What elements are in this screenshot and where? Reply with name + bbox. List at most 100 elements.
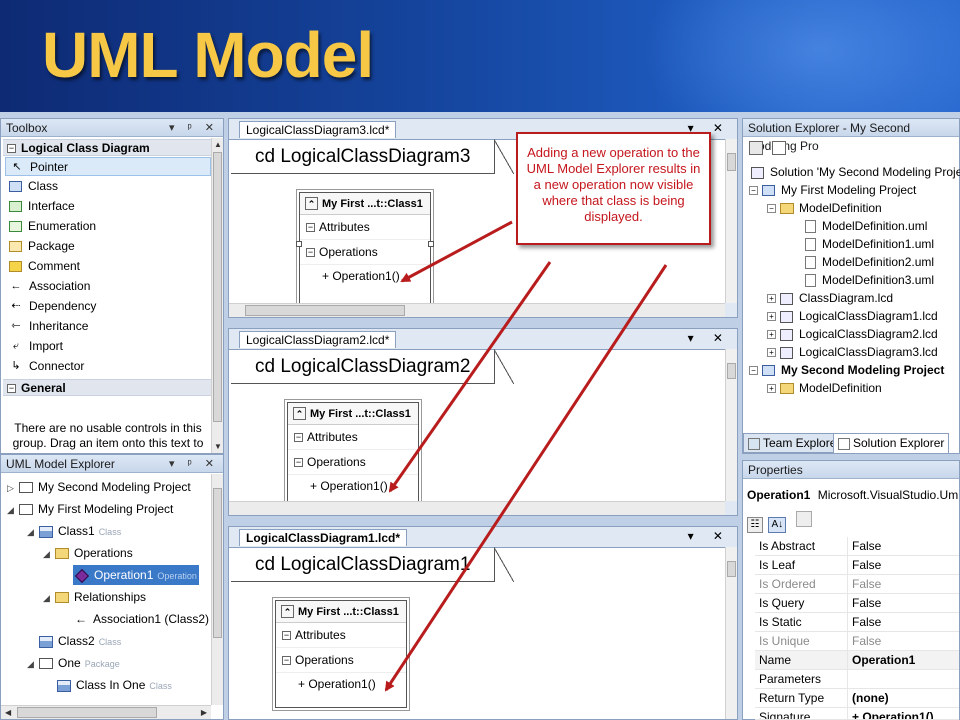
toolbox-item-import[interactable]: ⤶ Import [5, 337, 211, 356]
property-row[interactable]: Parameters [755, 670, 959, 689]
collapse-icon[interactable]: ◢ [43, 544, 55, 564]
folder-node[interactable]: + ModelDefinition [767, 379, 882, 397]
property-value[interactable]: False [847, 594, 959, 613]
expand-icon[interactable]: + [767, 330, 776, 340]
expand-icon[interactable]: ▷ [7, 478, 19, 498]
tree-item[interactable]: ← Association1 (Class2) [75, 609, 209, 629]
document-hscrollbar[interactable] [229, 501, 725, 515]
diagram-canvas[interactable]: cd LogicalClassDiagram2 My First ...t::C… [229, 349, 725, 506]
tree-item[interactable]: ◢ One Package [27, 653, 120, 673]
explorer-hscrollbar[interactable]: ◀ ▶ [1, 705, 211, 719]
operations-compartment[interactable]: − Operations [288, 450, 418, 475]
resize-handle[interactable] [428, 241, 434, 247]
tree-item[interactable]: ▷ My Second Modeling Project [7, 477, 191, 497]
scroll-thumb[interactable] [245, 305, 405, 316]
toolbox-window-controls[interactable]: ▾ ᵖ ✕ [169, 119, 219, 137]
file-node[interactable]: + LogicalClassDiagram1.lcd [767, 307, 938, 325]
toolbox-item-association[interactable]: ← Association [5, 277, 211, 296]
show-all-files-icon[interactable] [772, 141, 787, 155]
document-hscrollbar[interactable] [229, 303, 725, 317]
property-pages-icon[interactable] [795, 511, 812, 527]
categorized-icon[interactable]: ☷ [747, 517, 763, 533]
class-shape[interactable]: My First ...t::Class1 −Attributes −Opera… [296, 192, 434, 304]
document-controls[interactable]: ▾ ✕ [688, 529, 731, 543]
toolbox-item-dependency[interactable]: ⇠ Dependency [5, 297, 211, 316]
file-node[interactable]: + LogicalClassDiagram3.lcd [767, 343, 938, 361]
attributes-compartment[interactable]: − Attributes [288, 425, 418, 450]
property-value[interactable]: False [847, 556, 959, 575]
scroll-thumb[interactable] [727, 363, 736, 379]
properties-icon[interactable] [749, 141, 763, 155]
file-node[interactable]: ModelDefinition.uml [805, 217, 927, 235]
toolbox-section-general[interactable]: − General [3, 379, 211, 396]
tab-logical-class-diagram-3[interactable]: LogicalClassDiagram3.lcd* [239, 121, 397, 138]
collapse-icon[interactable]: − [306, 248, 315, 258]
property-value[interactable]: (none) [847, 689, 959, 708]
collapse-icon[interactable]: − [749, 186, 758, 196]
file-node[interactable]: + ClassDiagram.lcd [767, 289, 893, 307]
document-controls[interactable]: ▾ ✕ [688, 331, 731, 345]
toolbox-item-interface[interactable]: Interface [5, 197, 211, 216]
tab-solution-explorer[interactable]: Solution Explorer [833, 433, 950, 453]
tab-logical-class-diagram-1[interactable]: LogicalClassDiagram1.lcd* [239, 529, 408, 546]
properties-object-selector[interactable]: Operation1 Microsoft.VisualStudio.Uml.Cl… [747, 485, 959, 505]
collapse-icon[interactable]: ◢ [27, 522, 39, 542]
expand-icon[interactable]: + [767, 294, 776, 304]
toolbox-item-package[interactable]: Package [5, 237, 211, 256]
document-vscrollbar[interactable] [725, 547, 737, 719]
operations-compartment[interactable]: − Operations [300, 240, 430, 265]
folder-node[interactable]: − ModelDefinition [767, 199, 882, 217]
expand-icon[interactable]: + [767, 384, 776, 394]
toolbox-item-enumeration[interactable]: Enumeration [5, 217, 211, 236]
tree-item[interactable]: ◢ Relationships [43, 587, 146, 607]
collapse-icon[interactable]: − [282, 631, 291, 641]
expand-icon[interactable]: + [767, 348, 776, 358]
scroll-right-icon[interactable]: ▶ [201, 708, 207, 717]
property-row[interactable]: Is Unique False [755, 632, 959, 651]
collapse-icon[interactable]: − [7, 384, 16, 394]
document-vscrollbar[interactable] [725, 349, 737, 501]
property-row[interactable]: Is Static False [755, 613, 959, 632]
property-value[interactable]: Operation1 [847, 651, 959, 670]
resize-handle[interactable] [296, 241, 302, 247]
tree-item[interactable]: ◢ Operations [43, 543, 133, 563]
operation-item[interactable]: + Operation1() [300, 265, 430, 287]
tab-team-explorer[interactable]: Team Explorer [743, 433, 846, 453]
property-row[interactable]: Return Type (none) [755, 689, 959, 708]
project-node[interactable]: − My First Modeling Project [749, 181, 916, 199]
property-row[interactable]: Is Ordered False [755, 575, 959, 594]
property-value[interactable]: False [847, 537, 959, 556]
toolbox-section-logical[interactable]: − Logical Class Diagram [3, 139, 211, 156]
tree-item[interactable]: ◢ My First Modeling Project [7, 499, 173, 519]
collapse-icon[interactable]: ◢ [7, 500, 19, 520]
collapse-icon[interactable]: − [294, 458, 303, 468]
file-node[interactable]: + LogicalClassDiagram2.lcd [767, 325, 938, 343]
operation-item[interactable]: + Operation1() [276, 673, 406, 695]
collapse-icon[interactable]: ◢ [27, 654, 39, 674]
toolbox-scrollbar[interactable]: ▲ ▼ [211, 138, 223, 453]
scroll-thumb[interactable] [727, 153, 736, 171]
tree-item[interactable]: Class In One Class [57, 675, 172, 695]
property-row[interactable]: Name Operation1 [755, 651, 959, 670]
collapse-icon[interactable]: − [7, 144, 16, 154]
alphabetical-icon[interactable]: A↓ [768, 517, 787, 533]
explorer-vscrollbar[interactable] [211, 474, 223, 705]
collapse-icon[interactable]: − [282, 656, 291, 666]
property-row[interactable]: Is Abstract False [755, 537, 959, 556]
scroll-thumb[interactable] [17, 707, 157, 718]
toolbox-item-inheritance[interactable]: ⇽ Inheritance [5, 317, 211, 336]
toolbox-item-class[interactable]: Class [5, 177, 211, 196]
project-node[interactable]: − My Second Modeling Project [749, 361, 944, 379]
expand-icon[interactable]: + [767, 312, 776, 322]
scroll-thumb[interactable] [213, 488, 222, 638]
property-row[interactable]: Is Query False [755, 594, 959, 613]
scroll-left-icon[interactable]: ◀ [5, 708, 11, 717]
attributes-compartment[interactable]: − Attributes [300, 215, 430, 240]
diagram-canvas[interactable]: cd LogicalClassDiagram1 My First ...t::C… [229, 547, 725, 719]
collapse-icon[interactable]: − [767, 204, 776, 214]
tree-item[interactable]: Class2 Class [39, 631, 121, 651]
collapse-icon[interactable]: ◢ [43, 588, 55, 608]
property-value[interactable]: + Operation1() [847, 708, 959, 719]
tree-item-selected[interactable]: Operation1 Operation [73, 565, 199, 585]
tab-logical-class-diagram-2[interactable]: LogicalClassDiagram2.lcd* [239, 331, 397, 348]
